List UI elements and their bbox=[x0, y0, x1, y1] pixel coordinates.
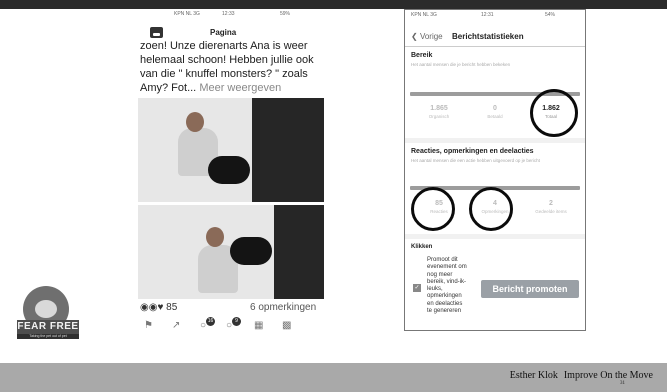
status-battery: 54% bbox=[545, 12, 556, 18]
engagement-subtitle: Het aantal mensen die een actie hebben u… bbox=[411, 158, 540, 163]
post-photo-1[interactable] bbox=[138, 98, 324, 202]
photo-person-head bbox=[186, 112, 204, 132]
stat-label: Organisch bbox=[428, 114, 450, 119]
status-time: 12:33 bbox=[222, 11, 235, 17]
calendar-icon[interactable]: ▦ bbox=[254, 320, 263, 331]
page-profile-icon[interactable] bbox=[150, 27, 163, 38]
status-battery: 59% bbox=[280, 11, 291, 17]
comment-badge: 9 bbox=[232, 317, 241, 326]
status-carrier: KPN NL 3G bbox=[411, 12, 437, 18]
footer-author: Esther Klok bbox=[509, 370, 558, 381]
post-text: zoen! Unze dierenarts Ana is weer helema… bbox=[140, 39, 322, 95]
screen-title: Berichtstatistieken bbox=[452, 32, 524, 41]
footer-title: Improve On the Move bbox=[563, 370, 653, 381]
stat-value: 1.865 bbox=[430, 105, 448, 112]
photo-person-head bbox=[206, 227, 224, 247]
reach-subtitle: Het aantal mensen die je bericht hebben … bbox=[411, 62, 511, 67]
more-link[interactable]: Meer weergeven bbox=[199, 82, 281, 94]
photo-dog bbox=[230, 237, 272, 265]
stat-value: 0 bbox=[493, 105, 497, 112]
highlight-circle-comments bbox=[469, 187, 513, 231]
stat-label: Gedeelde items bbox=[535, 209, 567, 214]
status-carrier: KPN NL 3G bbox=[174, 11, 200, 17]
header-divider bbox=[405, 46, 585, 47]
logo-tagline: Taking the pet out of pet bbox=[17, 334, 79, 339]
stat-value: 2 bbox=[549, 200, 553, 207]
clicks-title: Klikken bbox=[411, 244, 433, 250]
reaction-icons: ◉◉♥ bbox=[140, 302, 167, 313]
briefcase-icon[interactable]: ▩ bbox=[282, 320, 291, 331]
fear-free-logo: FEAR FREE Taking the pet out of pet bbox=[17, 282, 91, 342]
logo-text: FEAR FREE bbox=[17, 320, 79, 334]
promote-post-button[interactable]: Bericht promoten bbox=[481, 280, 579, 298]
footer-text: Esther Klok Improve On the Move bbox=[504, 370, 653, 381]
flag-icon[interactable]: ⚑ bbox=[144, 320, 153, 331]
chevron-left-icon: ❮ bbox=[411, 32, 420, 41]
stat-label: Betaald bbox=[487, 114, 503, 119]
promote-check-icon[interactable]: ✓ bbox=[413, 284, 421, 292]
right-phone-screenshot: KPN NL 3G 12:31 54% ❮ Vorige Berichtstat… bbox=[404, 9, 586, 331]
status-time: 12:31 bbox=[481, 12, 494, 18]
photo-wall bbox=[252, 98, 324, 202]
highlight-circle-total bbox=[530, 89, 578, 137]
engagement-stat-shares: 2 Gedeelde items bbox=[523, 200, 579, 230]
top-bar bbox=[0, 0, 667, 9]
trend-icon[interactable]: ↗ bbox=[172, 320, 180, 331]
promo-text: Promoot dit evenement om nog meer bereik… bbox=[427, 257, 467, 315]
reactions-count: 85 bbox=[166, 302, 178, 313]
photo-dog bbox=[208, 156, 250, 184]
reactions-summary[interactable]: ◉◉♥ 85 bbox=[140, 302, 177, 313]
engagement-title: Reacties, opmerkingen en deelacties bbox=[411, 148, 534, 155]
reach-stat-paid: 0 Betaald bbox=[467, 105, 523, 135]
reach-title: Bereik bbox=[411, 52, 433, 59]
left-phone-screenshot: KPN NL 3G 12:33 59% Pagina zoen! Unze di… bbox=[134, 9, 326, 337]
comments-link[interactable]: 6 opmerkingen bbox=[250, 302, 316, 313]
highlight-circle-reactions bbox=[411, 187, 455, 231]
back-label: Vorige bbox=[419, 32, 443, 41]
slide-number: 31 bbox=[620, 381, 625, 386]
post-toolbar: ⚑ ↗ ○ 16 ○ 9 ▦ ▩ bbox=[142, 317, 322, 334]
section-divider bbox=[405, 138, 585, 143]
page-label[interactable]: Pagina bbox=[210, 28, 236, 37]
section-divider bbox=[405, 234, 585, 239]
post-photo-2[interactable] bbox=[138, 205, 324, 299]
reach-stat-organic: 1.865 Organisch bbox=[411, 105, 467, 135]
back-button[interactable]: ❮ Vorige bbox=[411, 32, 443, 41]
photo-wall bbox=[274, 205, 324, 299]
chat-badge: 16 bbox=[206, 317, 215, 326]
